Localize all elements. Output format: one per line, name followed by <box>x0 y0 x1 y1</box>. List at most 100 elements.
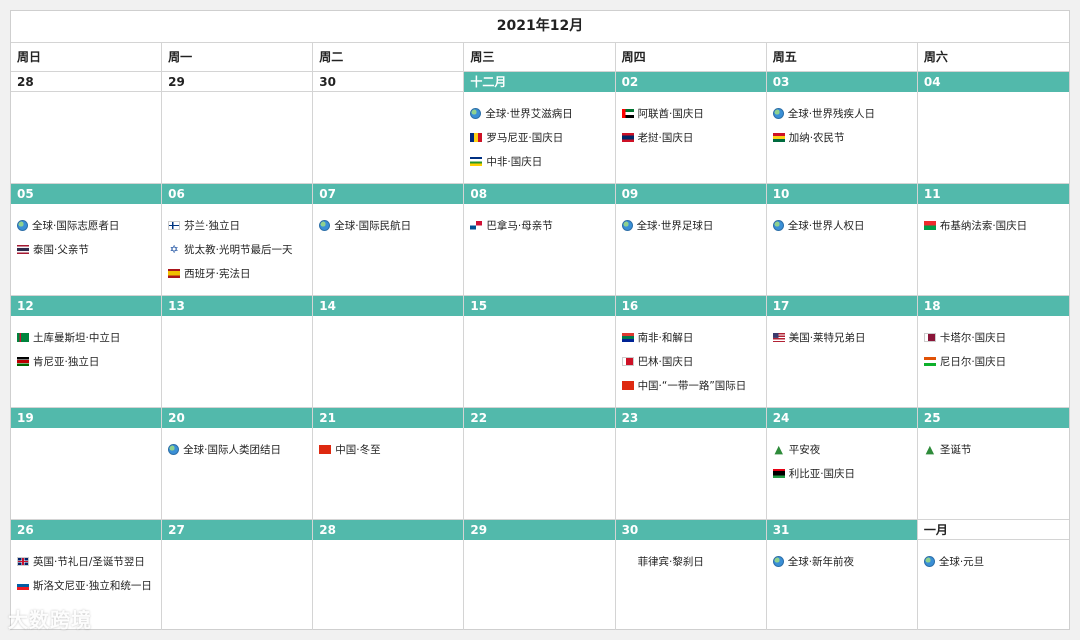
event-item[interactable]: 南非·和解日 <box>616 325 766 349</box>
day-cell[interactable]: 07 全球·国际民航日 <box>313 184 465 295</box>
day-cell[interactable]: 17 美国·莱特兄弟日 <box>766 296 918 407</box>
day-cell[interactable]: 03 全球·世界残疾人日 加纳·农民节 <box>766 72 918 183</box>
day-number: 31 <box>766 520 917 540</box>
day-cell[interactable]: 06 芬兰·独立日 ✡ 犹太教·光明节最后一天 西班牙·宪法日 <box>162 184 314 295</box>
event-label: 全球·国际志愿者日 <box>32 219 120 232</box>
day-cell[interactable]: 22 <box>464 408 616 519</box>
christmas-tree-icon: ▲ <box>774 442 783 456</box>
flag-libya-icon <box>772 468 785 478</box>
event-item[interactable]: 肯尼亚·独立日 <box>11 349 161 373</box>
event-label: 加纳·农民节 <box>788 131 845 144</box>
event-item[interactable]: 利比亚·国庆日 <box>767 461 917 485</box>
flag-slovenia-icon <box>17 580 29 590</box>
event-item[interactable]: 卡塔尔·国庆日 <box>918 325 1069 349</box>
event-item[interactable]: ▲ 平安夜 <box>767 437 917 461</box>
day-cell[interactable]: 30 <box>313 72 465 183</box>
day-cell[interactable]: 04 <box>917 72 1069 183</box>
event-list: 全球·世界残疾人日加纳·农民节 <box>767 92 917 149</box>
day-cell[interactable]: 19 <box>11 408 163 519</box>
event-item[interactable]: 全球·世界人权日 <box>767 213 917 237</box>
event-item[interactable]: 阿联酋·国庆日 <box>616 101 766 125</box>
event-item[interactable]: 全球·世界残疾人日 <box>767 101 917 125</box>
event-item[interactable]: 罗马尼亚·国庆日 <box>464 125 614 149</box>
day-cell[interactable]: 02 阿联酋·国庆日 老挝·国庆日 <box>615 72 767 183</box>
day-cell[interactable]: 15 <box>464 296 616 407</box>
event-label: 平安夜 <box>788 443 821 456</box>
day-cell[interactable]: 13 <box>162 296 314 407</box>
event-item[interactable]: 中国·冬至 <box>313 437 463 461</box>
event-item[interactable]: 全球·世界足球日 <box>616 213 766 237</box>
event-list <box>162 540 312 549</box>
event-item[interactable]: 布基纳法索·国庆日 <box>918 213 1069 237</box>
event-label: 中非·国庆日 <box>486 155 543 168</box>
event-item[interactable]: 中国·“一带一路”国际日 <box>616 373 766 397</box>
event-item[interactable]: 土库曼斯坦·中立日 <box>11 325 161 349</box>
day-number: 29 <box>162 72 313 92</box>
day-cell[interactable]: 28 <box>313 520 465 630</box>
event-item[interactable]: 中非·国庆日 <box>464 149 614 173</box>
weekday-header-row: 周日 周一 周二 周三 周四 周五 周六 <box>11 43 1069 72</box>
flag-turkmenistan-icon <box>17 332 29 342</box>
event-label: 老挝·国庆日 <box>637 131 694 144</box>
event-list: 土库曼斯坦·中立日 肯尼亚·独立日 <box>11 316 161 373</box>
day-cell[interactable]: 14 <box>313 296 465 407</box>
event-item[interactable]: 全球·国际志愿者日 <box>11 213 161 237</box>
day-cell[interactable]: 23 <box>615 408 767 519</box>
event-item[interactable]: ✡ 犹太教·光明节最后一天 <box>162 237 312 261</box>
event-item[interactable]: 尼日尔·国庆日 <box>918 349 1069 373</box>
day-cell[interactable]: 09 全球·世界足球日 <box>615 184 767 295</box>
christmas-tree-icon: ▲ <box>925 442 935 456</box>
star-of-david-icon: ✡ <box>169 242 179 256</box>
day-cell[interactable]: 25 ▲ 圣诞节 <box>917 408 1069 519</box>
event-item[interactable]: 斯洛文尼亚·独立和统一日 <box>11 573 161 597</box>
event-item[interactable]: 加纳·农民节 <box>767 125 917 149</box>
flag-romania-icon <box>470 132 483 142</box>
event-item[interactable]: 全球·国际人类团结日 <box>162 437 312 461</box>
event-label: 西班牙·宪法日 <box>184 267 251 280</box>
day-number: 一月 <box>917 520 1069 540</box>
day-cell[interactable]: 10 全球·世界人权日 <box>766 184 918 295</box>
event-list <box>11 92 161 101</box>
event-list <box>313 540 463 549</box>
event-list <box>313 92 463 101</box>
day-cell[interactable]: 一月全球·元旦 <box>917 520 1069 630</box>
event-item[interactable]: 老挝·国庆日 <box>616 125 766 149</box>
event-label: 全球·世界艾滋病日 <box>485 107 573 120</box>
event-item[interactable]: 全球·新年前夜 <box>767 549 917 573</box>
day-cell[interactable]: 30 菲律宾·黎刹日 <box>615 520 767 630</box>
day-cell[interactable]: 05 全球·国际志愿者日 泰国·父亲节 <box>11 184 163 295</box>
event-item[interactable]: 巴拿马·母亲节 <box>464 213 614 237</box>
event-item[interactable]: 美国·莱特兄弟日 <box>767 325 917 349</box>
event-item[interactable]: 西班牙·宪法日 <box>162 261 312 285</box>
event-item[interactable]: 泰国·父亲节 <box>11 237 161 261</box>
event-item[interactable]: 芬兰·独立日 <box>162 213 312 237</box>
event-item[interactable]: ▲ 圣诞节 <box>918 437 1069 461</box>
day-cell[interactable]: 28 <box>11 72 163 183</box>
day-cell[interactable]: 11 布基纳法索·国庆日 <box>917 184 1069 295</box>
event-item[interactable]: 菲律宾·黎刹日 <box>616 549 766 573</box>
flag-laos-icon <box>621 132 634 142</box>
day-cell[interactable]: 29 <box>162 72 314 183</box>
day-cell[interactable]: 29 <box>464 520 616 630</box>
day-cell[interactable]: 12 土库曼斯坦·中立日 肯尼亚·独立日 <box>11 296 163 407</box>
day-cell[interactable]: 16 南非·和解日 巴林·国庆日 中国·“一带一路”国际日 <box>615 296 767 407</box>
event-item[interactable]: 全球·元旦 <box>918 549 1069 573</box>
flag-central-african-republic-icon <box>470 156 483 166</box>
event-list: 巴拿马·母亲节 <box>464 204 614 237</box>
day-cell[interactable]: 十二月 全球·世界艾滋病日 罗马尼亚·国庆日 中非·国庆日 <box>464 72 616 183</box>
day-cell[interactable]: 31 全球·新年前夜 <box>766 520 918 630</box>
globe-icon <box>319 219 331 231</box>
event-item[interactable]: 巴林·国庆日 <box>616 349 766 373</box>
event-item[interactable]: 全球·国际民航日 <box>313 213 463 237</box>
day-cell[interactable]: 21 中国·冬至 <box>313 408 465 519</box>
event-item[interactable]: 全球·世界艾滋病日 <box>464 101 614 125</box>
event-list: 卡塔尔·国庆日 尼日尔·国庆日 <box>918 316 1069 373</box>
day-cell[interactable]: 27 <box>162 520 314 630</box>
event-list: 全球·世界人权日 <box>767 204 917 237</box>
event-item[interactable]: 英国·节礼日/圣诞节翌日 <box>11 549 161 573</box>
day-cell[interactable]: 20 全球·国际人类团结日 <box>162 408 314 519</box>
day-cell[interactable]: 24 ▲ 平安夜 利比亚·国庆日 <box>766 408 918 519</box>
event-label: 全球·元旦 <box>938 555 985 568</box>
day-cell[interactable]: 08 巴拿马·母亲节 <box>464 184 616 295</box>
day-cell[interactable]: 18 卡塔尔·国庆日 尼日尔·国庆日 <box>917 296 1069 407</box>
